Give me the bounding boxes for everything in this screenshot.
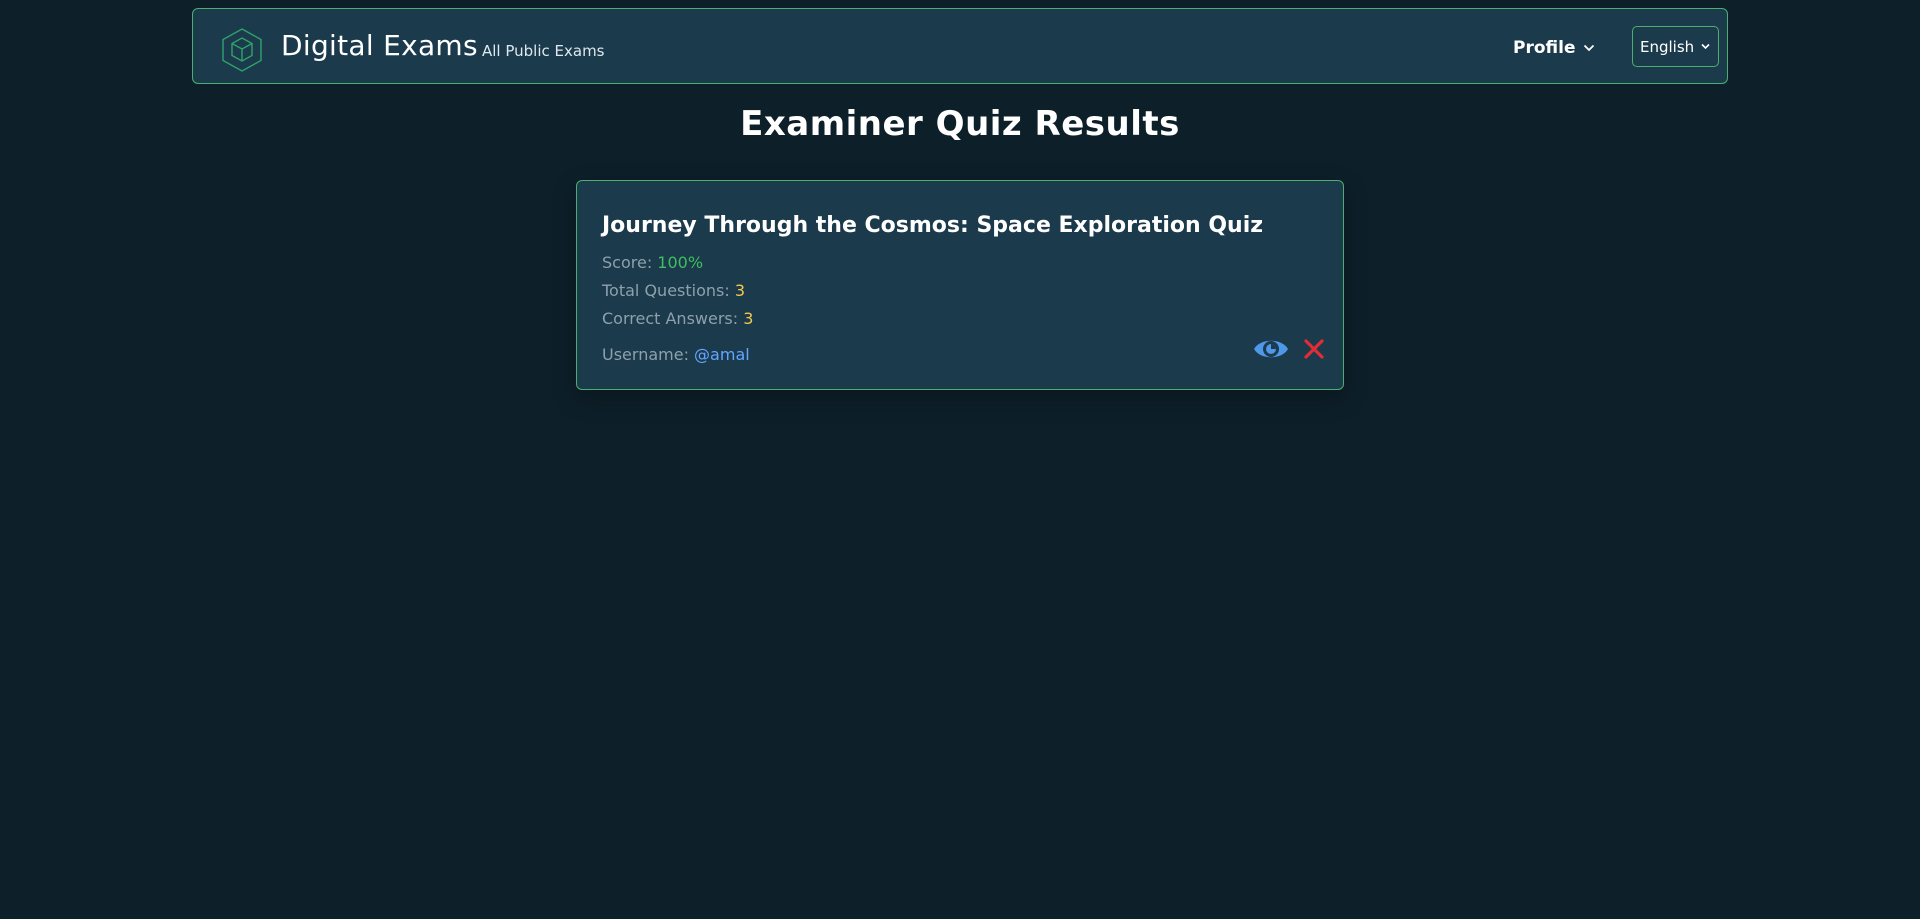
total-questions-label: Total Questions: (602, 281, 735, 300)
eye-icon[interactable] (1253, 335, 1289, 363)
language-select[interactable]: English (1632, 26, 1719, 67)
close-icon[interactable] (1303, 338, 1325, 360)
brand-title[interactable]: Digital Exams (281, 29, 478, 62)
navbar: Digital Exams All Public Exams Profile E… (192, 8, 1728, 84)
profile-dropdown[interactable]: Profile (1513, 38, 1595, 58)
username-row: Username: @amal (602, 345, 750, 364)
profile-label: Profile (1513, 38, 1576, 58)
correct-answers-value: 3 (743, 309, 754, 328)
language-value: English (1640, 37, 1695, 56)
score-value: 100% (657, 253, 704, 272)
total-questions-value: 3 (734, 281, 746, 300)
score-label: Score: (602, 253, 658, 272)
chevron-down-icon (1584, 44, 1595, 52)
username-label: Username: (602, 345, 695, 364)
total-questions-row: Total Questions: 3 (602, 281, 745, 300)
chevron-down-icon (1701, 43, 1710, 50)
quiz-result-card: Journey Through the Cosmos: Space Explor… (576, 180, 1344, 390)
quiz-title: Journey Through the Cosmos: Space Explor… (602, 213, 1264, 238)
score-row: Score: 100% (602, 253, 703, 272)
page-title: Examiner Quiz Results (740, 104, 1180, 144)
nav-link-all-public-exams[interactable]: All Public Exams (482, 42, 605, 60)
username-value[interactable]: @amal (694, 345, 750, 364)
correct-answers-row: Correct Answers: 3 (602, 309, 753, 328)
hexagon-cube-icon[interactable] (221, 27, 263, 73)
correct-answers-label: Correct Answers: (602, 309, 744, 328)
